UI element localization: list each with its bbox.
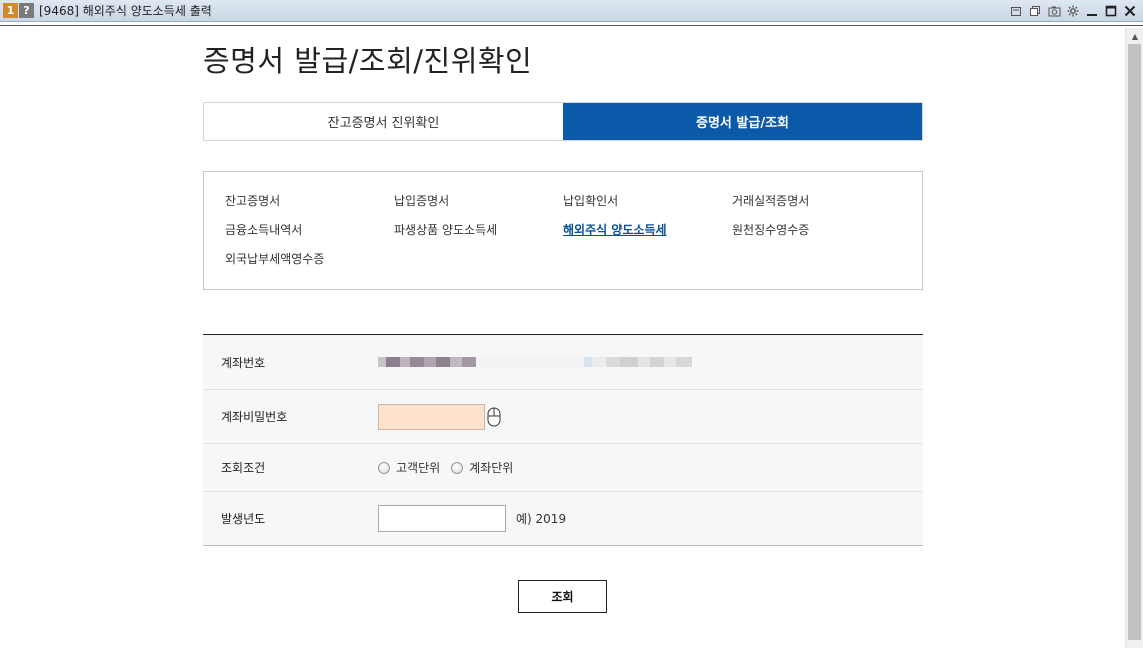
radio-account-unit[interactable]: 계좌단위 <box>451 459 513 476</box>
close-icon[interactable] <box>1123 4 1137 18</box>
page-title: 증명서 발급/조회/진위확인 <box>203 44 533 78</box>
settings-gear-icon[interactable] <box>1066 4 1080 18</box>
maximize-icon[interactable] <box>1104 4 1118 18</box>
account-select-masked[interactable] <box>378 351 692 373</box>
help-icon[interactable]: ? <box>19 3 34 18</box>
condition-label: 조회조건 <box>221 461 266 475</box>
password-label: 계좌비밀번호 <box>221 410 288 424</box>
menu-item-overseas-stock-tax[interactable]: 해외주식 양도소득세 <box>563 222 732 238</box>
password-input[interactable] <box>378 403 485 430</box>
menu-item-trade-record-cert[interactable]: 거래실적증명서 <box>732 193 901 209</box>
virtual-keyboard-mouse-icon[interactable] <box>487 407 501 427</box>
condition-row: 조회조건 고객단위 계좌단위 <box>203 444 923 492</box>
menu-item-payment-confirm[interactable]: 납입확인서 <box>563 193 732 209</box>
menu-item-withholding-receipt[interactable]: 원천징수영수증 <box>732 222 901 238</box>
window-number-badge: 1 <box>3 3 18 18</box>
tab-bar: 잔고증명서 진위확인 증명서 발급/조회 <box>203 102 923 141</box>
vertical-scrollbar[interactable]: ▲ <box>1125 28 1143 648</box>
title-separator <box>0 22 1143 26</box>
menu-item-foreign-tax-receipt[interactable]: 외국납부세액영수증 <box>225 251 394 267</box>
query-form: 계좌번호 계좌비밀번호 조회조건 고객단위 계좌단위 발생년도 예) 2019 <box>203 334 923 546</box>
scroll-up-icon[interactable]: ▲ <box>1126 28 1143 44</box>
menu-item-financial-income[interactable]: 금융소득내역서 <box>225 222 394 238</box>
radio-customer-label: 고객단위 <box>396 461 441 475</box>
year-input[interactable] <box>378 505 506 532</box>
minimize-icon[interactable] <box>1085 4 1099 18</box>
search-button[interactable]: 조회 <box>518 580 607 613</box>
account-label: 계좌번호 <box>221 355 266 370</box>
radio-account-label: 계좌단위 <box>469 461 514 475</box>
radio-customer-unit[interactable]: 고객단위 <box>378 459 440 476</box>
certificate-menu: 잔고증명서 납입증명서 납입확인서 거래실적증명서 금융소득내역서 파생상품 양… <box>203 171 923 290</box>
tab-certificate-issue[interactable]: 증명서 발급/조회 <box>563 103 922 140</box>
tab-balance-verify[interactable]: 잔고증명서 진위확인 <box>204 103 563 140</box>
new-window-icon[interactable] <box>1009 4 1023 18</box>
year-hint: 예) 2019 <box>516 512 567 526</box>
menu-item-derivatives-tax[interactable]: 파생상품 양도소득세 <box>394 222 563 238</box>
scrollbar-thumb[interactable] <box>1128 44 1141 640</box>
menu-item-balance-cert[interactable]: 잔고증명서 <box>225 193 394 209</box>
account-row: 계좌번호 <box>203 335 923 390</box>
password-row: 계좌비밀번호 <box>203 390 923 444</box>
year-label: 발생년도 <box>221 512 266 526</box>
radio-account-circle[interactable] <box>451 461 464 474</box>
menu-item-payment-cert[interactable]: 납입증명서 <box>394 193 563 209</box>
copy-window-icon[interactable] <box>1028 4 1042 18</box>
window-title-bar: 1 ? [9468] 해외주식 양도소득세 출력 <box>0 0 1143 22</box>
camera-icon[interactable] <box>1047 4 1061 18</box>
window-title: [9468] 해외주식 양도소득세 출력 <box>39 4 212 18</box>
radio-customer-circle[interactable] <box>378 461 390 474</box>
year-row: 발생년도 예) 2019 <box>203 492 923 545</box>
